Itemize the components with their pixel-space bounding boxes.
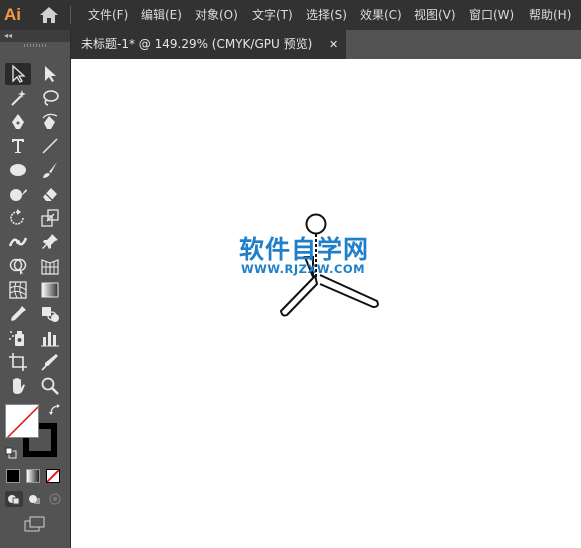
rotate-tool-icon[interactable] bbox=[5, 207, 31, 229]
perspective-grid-tool-icon[interactable] bbox=[37, 255, 63, 277]
shape-builder-tool-icon[interactable] bbox=[5, 255, 31, 277]
curvature-tool-icon[interactable] bbox=[37, 111, 63, 133]
zoom-tool-icon[interactable] bbox=[37, 375, 63, 397]
document-tab-title: 未标题-1* @ 149.29% (CMYK/GPU 预览) bbox=[81, 37, 313, 51]
default-fill-stroke-icon[interactable] bbox=[5, 446, 17, 459]
scale-tool-icon[interactable] bbox=[37, 207, 63, 229]
puppet-warp-tool-icon[interactable] bbox=[37, 231, 63, 253]
document-tab[interactable]: 未标题-1* @ 149.29% (CMYK/GPU 预览) ✕ bbox=[71, 30, 346, 59]
blend-tool-icon[interactable] bbox=[37, 303, 63, 325]
selection-tool-icon[interactable] bbox=[5, 63, 31, 85]
app-logo: Ai bbox=[4, 5, 21, 24]
symbol-sprayer-tool-icon[interactable] bbox=[5, 327, 31, 349]
menu-object[interactable]: 对象(O) bbox=[195, 0, 238, 30]
ellipse-tool-icon[interactable] bbox=[5, 159, 31, 181]
draw-normal-icon[interactable] bbox=[5, 491, 23, 507]
menu-window[interactable]: 窗口(W) bbox=[469, 0, 514, 30]
shaper-tool-icon[interactable] bbox=[5, 183, 31, 205]
line-segment-tool-icon[interactable] bbox=[37, 135, 63, 157]
close-icon[interactable]: ✕ bbox=[329, 30, 338, 59]
eraser-tool-icon[interactable] bbox=[37, 183, 63, 205]
screen-mode-icon[interactable] bbox=[23, 516, 47, 532]
paintbrush-tool-icon[interactable] bbox=[37, 159, 63, 181]
watermark-url: WWW.RJZXW.COM bbox=[241, 262, 366, 276]
menu-edit[interactable]: 编辑(E) bbox=[141, 0, 182, 30]
tools-panel: ◂◂ bbox=[0, 30, 70, 548]
direct-selection-tool-icon[interactable] bbox=[37, 63, 63, 85]
home-icon[interactable] bbox=[38, 5, 60, 25]
artboard-tool-icon[interactable] bbox=[5, 351, 31, 373]
menu-file[interactable]: 文件(F) bbox=[88, 0, 128, 30]
collapse-icon[interactable]: ◂◂ bbox=[4, 30, 12, 42]
lasso-tool-icon[interactable] bbox=[37, 87, 63, 109]
menu-view[interactable]: 视图(V) bbox=[414, 0, 456, 30]
mesh-tool-icon[interactable] bbox=[5, 279, 31, 301]
magic-wand-tool-icon[interactable] bbox=[5, 87, 31, 109]
eyedropper-tool-icon[interactable] bbox=[5, 303, 31, 325]
type-tool-icon[interactable] bbox=[5, 135, 31, 157]
swap-fill-stroke-icon[interactable] bbox=[48, 403, 62, 417]
gradient-tool-icon[interactable] bbox=[37, 279, 63, 301]
menu-effect[interactable]: 效果(C) bbox=[360, 0, 402, 30]
draw-inside-icon[interactable] bbox=[46, 491, 64, 507]
menu-bar: Ai 文件(F) 编辑(E) 对象(O) 文字(T) 选择(S) 效果(C) 视… bbox=[0, 0, 581, 30]
document-tab-bar: 未标题-1* @ 149.29% (CMYK/GPU 预览) ✕ bbox=[71, 30, 581, 59]
hand-tool-icon[interactable] bbox=[5, 375, 31, 397]
watermark-title: 软件自学网 bbox=[239, 235, 370, 264]
slice-tool-icon[interactable] bbox=[37, 351, 63, 373]
menu-type[interactable]: 文字(T) bbox=[252, 0, 293, 30]
panel-grip[interactable] bbox=[24, 44, 48, 47]
menu-help[interactable]: 帮助(H) bbox=[529, 0, 571, 30]
column-graph-tool-icon[interactable] bbox=[37, 327, 63, 349]
pen-tool-icon[interactable] bbox=[5, 111, 31, 133]
gradient-mode-button[interactable] bbox=[26, 469, 40, 483]
menu-separator bbox=[70, 6, 71, 24]
width-tool-icon[interactable] bbox=[5, 231, 31, 253]
menu-select[interactable]: 选择(S) bbox=[306, 0, 347, 30]
color-mode-button[interactable] bbox=[6, 469, 20, 483]
draw-behind-icon[interactable] bbox=[26, 491, 44, 507]
fill-swatch[interactable] bbox=[5, 404, 39, 438]
toolbar-header: ◂◂ bbox=[0, 30, 70, 42]
none-mode-button[interactable] bbox=[46, 469, 60, 483]
